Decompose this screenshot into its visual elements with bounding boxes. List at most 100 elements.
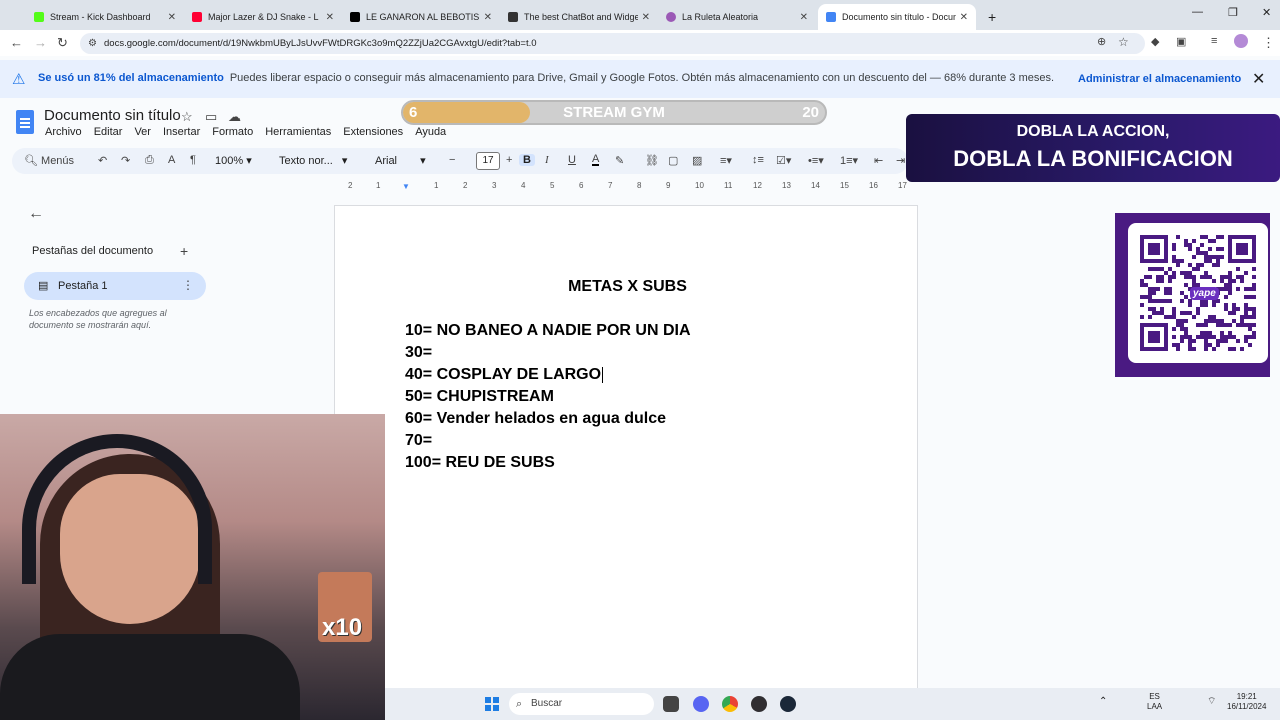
close-window-icon[interactable]: ✕: [1262, 6, 1271, 19]
warning-icon: ⚠: [12, 71, 26, 88]
menus-search-button[interactable]: 🔍︎ Menús: [24, 154, 74, 167]
decrease-font-icon[interactable]: −: [449, 154, 455, 166]
back-icon[interactable]: ←: [10, 35, 23, 50]
browser-tab[interactable]: Stream - Kick Dashboard ✕: [26, 4, 184, 30]
windows-start-icon[interactable]: [485, 697, 499, 711]
close-tab-icon[interactable]: ✕: [326, 12, 334, 23]
headset-icon: [22, 434, 212, 584]
language-indicator[interactable]: ES LAA: [1147, 692, 1162, 712]
extension-icon[interactable]: ◆: [1151, 35, 1159, 48]
forward-icon[interactable]: →: [34, 35, 47, 50]
paint-format-icon[interactable]: ¶: [190, 154, 196, 166]
chevron-down-icon: ▾: [341, 155, 348, 167]
checklist-icon[interactable]: ☑▾: [776, 154, 791, 167]
ruler-tick: 10: [695, 181, 704, 190]
menu-editar[interactable]: Editar: [94, 126, 123, 138]
taskbar-search[interactable]: ⌕ Buscar: [509, 693, 654, 715]
undo-icon[interactable]: ↶: [98, 154, 107, 167]
cloud-status-icon: ☁: [228, 109, 241, 124]
browser-tab-strip: Stream - Kick Dashboard ✕ Major Lazer & …: [0, 0, 1280, 30]
reload-icon[interactable]: ↻: [57, 35, 68, 51]
menu-insertar[interactable]: Insertar: [163, 126, 200, 138]
add-tab-button[interactable]: +: [180, 243, 188, 259]
close-tab-icon[interactable]: ✕: [642, 12, 650, 23]
clock[interactable]: 19:21 16/11/2024: [1227, 692, 1266, 712]
site-info-icon[interactable]: ⚙: [88, 33, 97, 54]
underline-button[interactable]: U: [568, 154, 576, 166]
close-banner-icon[interactable]: ✕: [1252, 69, 1265, 89]
comment-icon[interactable]: ▢: [668, 154, 678, 167]
image-icon[interactable]: ▨: [692, 154, 702, 167]
zoom-icon[interactable]: ⊕: [1097, 35, 1106, 48]
manage-storage-link[interactable]: Administrar el almacenamiento: [1078, 73, 1241, 85]
vertical-scrollbar[interactable]: [1270, 195, 1280, 685]
menu-herramientas[interactable]: Herramientas: [265, 126, 331, 138]
document-page[interactable]: METAS X SUBS 10= NO BANEO A NADIE POR UN…: [334, 205, 918, 720]
zoom-select[interactable]: 100% ▾: [215, 154, 252, 167]
link-icon[interactable]: ⛓: [645, 154, 659, 167]
puzzle-icon[interactable]: ▣: [1176, 35, 1186, 48]
style-select[interactable]: Texto nor... ▾: [279, 154, 347, 167]
increase-font-icon[interactable]: +: [506, 154, 512, 166]
new-tab-button[interactable]: +: [980, 4, 1000, 30]
document-tab-1[interactable]: ▤ Pestaña 1 ⋮: [24, 272, 206, 300]
move-folder-icon[interactable]: ▭: [205, 109, 217, 125]
restore-icon[interactable]: ❐: [1228, 6, 1238, 19]
font-select[interactable]: Arial ▾: [375, 154, 426, 167]
profile-avatar[interactable]: [1234, 34, 1248, 48]
tray-chevron-icon[interactable]: ⌃: [1099, 697, 1107, 707]
browser-tab[interactable]: LE GANARON AL BEBOTISMO ✕: [342, 4, 500, 30]
menu-ayuda[interactable]: Ayuda: [415, 126, 446, 138]
menu-ver[interactable]: Ver: [134, 126, 151, 138]
text-color-icon[interactable]: A: [592, 154, 600, 166]
obs-icon[interactable]: [751, 696, 767, 712]
numbered-list-icon[interactable]: 1≡▾: [840, 154, 858, 167]
chrome-icon[interactable]: [722, 696, 738, 712]
indent-marker-icon[interactable]: ▼: [402, 182, 410, 191]
text-cursor: [602, 366, 604, 383]
banner-text: Puedes liberar espacio o conseguir más a…: [229, 72, 1055, 84]
increase-indent-icon[interactable]: ⇥: [896, 154, 905, 167]
menu-formato[interactable]: Formato: [212, 126, 253, 138]
close-tab-icon[interactable]: ✕: [484, 12, 492, 23]
font-size-input[interactable]: 17: [476, 152, 500, 170]
google-docs-logo[interactable]: [16, 110, 34, 134]
spellcheck-icon[interactable]: A: [168, 154, 175, 166]
banner-message: Se usó un 81% del almacenamiento Puedes l…: [38, 72, 1054, 84]
menu-archivo[interactable]: Archivo: [45, 126, 82, 138]
bold-button[interactable]: B: [519, 154, 535, 166]
close-tab-icon[interactable]: ✕: [168, 12, 176, 23]
ruler-tick: 9: [666, 181, 671, 190]
document-title[interactable]: Documento sin título: [44, 107, 181, 124]
gym-current-value: 6: [409, 104, 418, 121]
redo-icon[interactable]: ↷: [121, 154, 130, 167]
discord-icon[interactable]: [693, 696, 709, 712]
more-menu-icon[interactable]: ⋮: [1262, 35, 1275, 51]
align-icon[interactable]: ≡▾: [720, 154, 732, 167]
highlight-icon[interactable]: ✎: [615, 154, 624, 167]
back-arrow-icon[interactable]: ←: [28, 205, 44, 223]
browser-tab[interactable]: La Ruleta Aleatoria ✕: [658, 4, 816, 30]
print-icon[interactable]: ⎙: [145, 154, 154, 167]
close-tab-icon[interactable]: ✕: [960, 12, 968, 23]
line-spacing-icon[interactable]: ↕≡: [752, 154, 764, 166]
steam-icon[interactable]: [780, 696, 796, 712]
task-view-icon[interactable]: [663, 696, 679, 712]
close-tab-icon[interactable]: ✕: [800, 12, 808, 23]
menu-extensiones[interactable]: Extensiones: [343, 126, 403, 138]
bookmark-star-icon[interactable]: ☆: [1118, 35, 1129, 49]
decrease-indent-icon[interactable]: ⇤: [874, 154, 883, 167]
goal-line: 40= COSPLAY DE LARGO: [405, 364, 691, 386]
network-icon[interactable]: ⌔: [1207, 697, 1216, 707]
reading-list-icon[interactable]: ≡: [1211, 35, 1217, 47]
browser-tab[interactable]: Major Lazer & DJ Snake - L ✕: [184, 4, 342, 30]
browser-tab-active[interactable]: Documento sin título - Docum ✕: [818, 4, 976, 30]
minimize-icon[interactable]: —: [1192, 6, 1203, 18]
url-input[interactable]: ⚙ docs.google.com/document/d/19NwkbmUByL…: [80, 33, 1145, 54]
italic-button[interactable]: I: [545, 154, 549, 166]
more-options-icon[interactable]: ⋮: [182, 278, 194, 292]
bulleted-list-icon[interactable]: •≡▾: [808, 154, 824, 167]
ruler-tick: 8: [637, 181, 642, 190]
star-icon[interactable]: ☆: [181, 109, 193, 125]
browser-tab[interactable]: The best ChatBot and Widgets ✕: [500, 4, 658, 30]
